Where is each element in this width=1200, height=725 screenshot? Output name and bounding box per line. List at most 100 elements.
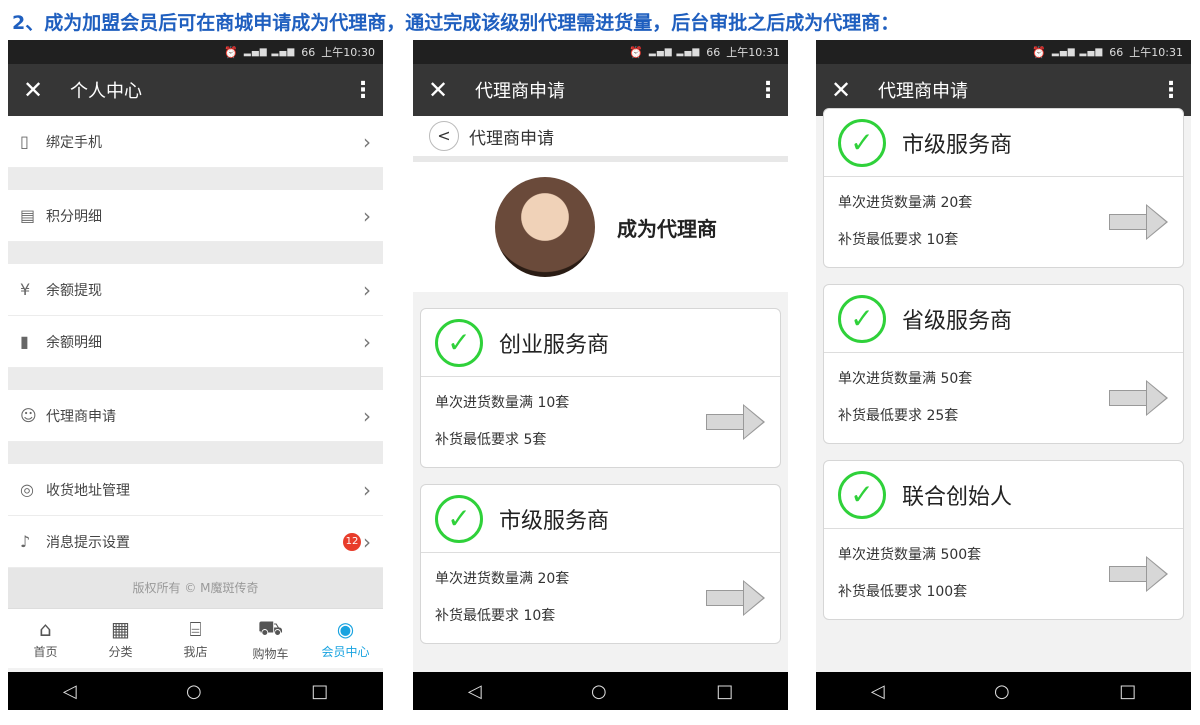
chevron-right-icon: › [363, 529, 371, 554]
battery-icon: 66 [706, 45, 721, 59]
check-icon: ✓ [838, 470, 886, 519]
menu-item-label: 积分明细 [46, 208, 102, 225]
user-circle-icon: ◉ [336, 617, 355, 641]
menu-item-agent-apply[interactable]: ☺ 代理商申请 › [8, 390, 383, 442]
back-nav-icon[interactable]: ◁ [871, 681, 885, 702]
agent-level-card[interactable]: ✓ 联合创始人 单次进货数量满 500套 补货最低要求 100套 [823, 460, 1184, 620]
title-bar: ✕ 个人中心 ⋮ [8, 64, 383, 116]
android-nav-bar: ◁ ○ □ [8, 672, 383, 710]
home-nav-icon[interactable]: ○ [186, 681, 202, 702]
back-nav-icon[interactable]: ◁ [468, 681, 482, 702]
arrow-right-icon[interactable] [706, 580, 766, 616]
recents-nav-icon[interactable]: □ [311, 681, 328, 702]
check-icon: ✓ [435, 494, 483, 543]
chevron-right-icon: › [363, 203, 371, 228]
requirement-line: 补货最低要求 25套 [838, 408, 959, 424]
arrow-right-icon[interactable] [1109, 556, 1169, 592]
menu-item-label: 代理商申请 [46, 408, 116, 425]
arrow-right-icon[interactable] [1109, 204, 1169, 240]
tab-home[interactable]: ⌂ 首页 [8, 609, 83, 668]
more-icon[interactable]: ⋮ [748, 78, 788, 103]
home-nav-icon[interactable]: ○ [591, 681, 607, 702]
menu-item-address[interactable]: ◎ 收货地址管理 › [8, 464, 383, 516]
status-time: 上午10:30 [321, 46, 375, 59]
tab-label: 首页 [33, 645, 58, 659]
chevron-right-icon: › [363, 129, 371, 154]
status-bar: ⏰ ▂▄▆ ▂▄▆ 66 上午10:31 [413, 40, 788, 64]
phone-icon: ▯ [20, 132, 29, 151]
recents-nav-icon[interactable]: □ [1119, 681, 1136, 702]
requirement-line: 单次进货数量满 500套 [838, 547, 982, 563]
close-icon[interactable]: ✕ [413, 76, 463, 104]
chevron-right-icon: › [363, 477, 371, 502]
agent-level-card[interactable]: ✓ 市级服务商 单次进货数量满 20套 补货最低要求 10套 [823, 108, 1184, 268]
check-icon: ✓ [838, 118, 886, 167]
points-icon: ▤ [20, 206, 36, 225]
tab-cart[interactable]: ⛟ 购物车 [233, 609, 308, 668]
level-name: 市级服务商 [902, 132, 1013, 158]
profile-section: 成为代理商 [413, 162, 788, 292]
android-nav-bar: ◁ ○ □ [816, 672, 1191, 710]
agent-level-card[interactable]: ✓ 创业服务商 单次进货数量满 10套 补货最低要求 5套 [420, 308, 781, 468]
tab-label: 分类 [108, 645, 133, 659]
page-title: 代理商申请 [475, 81, 565, 102]
agent-level-card[interactable]: ✓ 市级服务商 单次进货数量满 20套 补货最低要求 10套 [420, 484, 781, 644]
menu-item-label: 余额提现 [46, 282, 102, 299]
requirement-line: 补货最低要求 10套 [838, 232, 959, 248]
close-icon[interactable]: ✕ [8, 76, 58, 104]
tab-label: 会员中心 [321, 645, 370, 659]
android-nav-bar: ◁ ○ □ [413, 672, 788, 710]
title-bar: ✕ 代理商申请 ⋮ [413, 64, 788, 116]
back-nav-icon[interactable]: ◁ [63, 681, 77, 702]
menu-item-label: 收货地址管理 [46, 482, 130, 499]
yen-icon: ¥ [20, 280, 31, 299]
page-heading: 2、成为加盟会员后可在商城申请成为代理商，通过完成该级别代理需进货量，后台审批之… [12, 12, 900, 34]
check-icon: ✓ [435, 318, 483, 367]
menu-item-label: 余额明细 [46, 334, 102, 351]
menu-item-balance[interactable]: ▮ 余额明细 › [8, 316, 383, 368]
alarm-icon: ⏰ [224, 45, 238, 59]
requirement-line: 补货最低要求 100套 [838, 584, 968, 600]
shop-icon: ⌸ [189, 617, 202, 641]
requirement-line: 单次进货数量满 20套 [435, 571, 570, 587]
recents-nav-icon[interactable]: □ [716, 681, 733, 702]
agent-level-card[interactable]: ✓ 省级服务商 单次进货数量满 50套 补货最低要求 25套 [823, 284, 1184, 444]
tab-label: 购物车 [252, 646, 289, 661]
tab-my-shop[interactable]: ⌸ 我店 [158, 609, 233, 668]
home-icon: ⌂ [39, 617, 52, 641]
phone-screen-agent-apply: ⏰ ▂▄▆ ▂▄▆ 66 上午10:31 ✕ 代理商申请 ⋮ < 代理商申请 成… [413, 40, 788, 710]
close-icon[interactable]: ✕ [816, 76, 866, 104]
bell-icon: ♪ [20, 532, 31, 551]
status-time: 上午10:31 [726, 46, 780, 59]
menu-item-bind-phone[interactable]: ▯ 绑定手机 › [8, 116, 383, 168]
chevron-right-icon: › [363, 329, 371, 354]
menu-item-withdraw[interactable]: ¥ 余额提现 › [8, 264, 383, 316]
requirement-line: 补货最低要求 5套 [435, 432, 547, 448]
menu-item-points[interactable]: ▤ 积分明细 › [8, 190, 383, 242]
level-name: 创业服务商 [499, 332, 610, 358]
avatar [495, 177, 595, 277]
notification-badge: 12 [343, 532, 361, 551]
menu-item-notification[interactable]: ♪ 消息提示设置 12 › [8, 516, 383, 568]
signal-icon: ▂▄▆ ▂▄▆ [243, 47, 296, 57]
arrow-right-icon[interactable] [1109, 380, 1169, 416]
more-icon[interactable]: ⋮ [343, 78, 383, 103]
more-icon[interactable]: ⋮ [1151, 78, 1191, 103]
alarm-icon: ⏰ [1032, 45, 1046, 59]
level-name: 省级服务商 [902, 308, 1013, 334]
arrow-right-icon[interactable] [706, 404, 766, 440]
battery-icon: 66 [1109, 45, 1124, 59]
phone-screen-member-center: ⏰ ▂▄▆ ▂▄▆ 66 上午10:30 ✕ 个人中心 ⋮ ▯ 绑定手机 › ▤ 积分… [8, 40, 383, 710]
tab-category[interactable]: ▦ 分类 [83, 609, 158, 668]
menu-item-label: 消息提示设置 [46, 534, 130, 551]
requirement-line: 单次进货数量满 50套 [838, 371, 973, 387]
sub-header: < 代理商申请 [413, 116, 788, 162]
home-nav-icon[interactable]: ○ [994, 681, 1010, 702]
tab-member-center[interactable]: ◉ 会员中心 [308, 609, 383, 668]
sub-title: 代理商申请 [469, 128, 554, 149]
phone-screen-agent-apply-scrolled: ⏰ ▂▄▆ ▂▄▆ 66 上午10:31 ✕ 代理商申请 ⋮ ✓ 市级服务商 单次… [816, 40, 1191, 710]
tab-label: 我店 [183, 645, 208, 659]
back-icon[interactable]: < [429, 121, 459, 151]
requirement-line: 单次进货数量满 20套 [838, 195, 973, 211]
alarm-icon: ⏰ [629, 45, 643, 59]
